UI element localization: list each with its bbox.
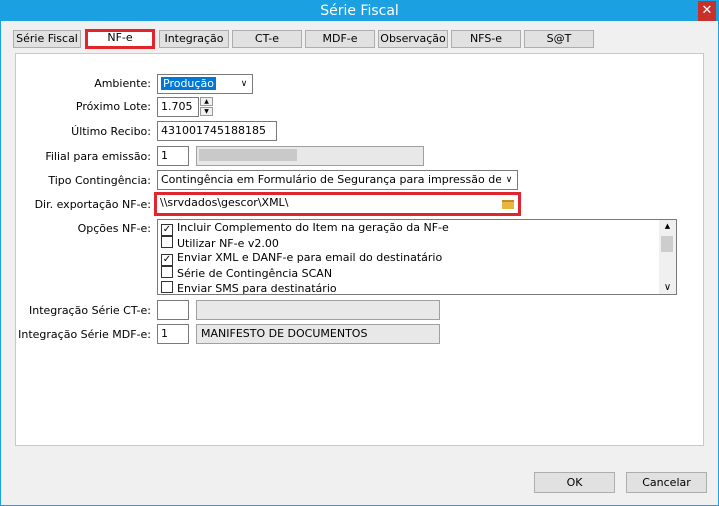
list-item[interactable]: Série de Contingência SCAN [161, 266, 332, 281]
tab-nfse[interactable]: NFS-e [451, 30, 521, 48]
spin-up-icon[interactable]: ▲ [200, 97, 213, 106]
option-label: Enviar SMS para destinatário [177, 282, 337, 295]
checkbox-icon[interactable] [161, 281, 173, 293]
checkbox-checked-icon[interactable]: ✓ [161, 224, 173, 236]
option-label: Utilizar NF-e v2.00 [177, 237, 279, 250]
tab-nfe[interactable]: NF-e [85, 29, 155, 49]
ambiente-value: Produção [161, 77, 216, 90]
filial-input[interactable]: 1 [157, 146, 189, 166]
option-label: Enviar XML e DANF-e para email do destin… [177, 251, 443, 264]
integracao-mdfe-description: MANIFESTO DE DOCUMENTOS [196, 324, 440, 344]
window-title: Série Fiscal [320, 3, 399, 19]
tab-integracao[interactable]: Integração [159, 30, 229, 48]
spin-down-icon[interactable]: ▼ [200, 107, 213, 116]
tab-cte[interactable]: CT-e [232, 30, 302, 48]
tab-mdfe[interactable]: MDF-e [305, 30, 375, 48]
options-scrollbar[interactable]: ▲ ∨ [659, 220, 676, 294]
integracao-cte-description [196, 300, 440, 320]
option-label: Série de Contingência SCAN [177, 267, 333, 280]
list-item[interactable]: Enviar SMS para destinatário [161, 281, 337, 296]
opcoes-list: ✓ Incluir Complemento do Item na geração … [157, 219, 677, 295]
title-bar: Série Fiscal ✕ [1, 1, 718, 21]
proximo-lote-input[interactable]: 1.705 [157, 97, 199, 117]
serie-fiscal-dialog: Série Fiscal ✕ Série Fiscal NF-e Integra… [0, 0, 719, 506]
option-label: Incluir Complemento do Item na geração d… [177, 221, 449, 234]
tab-sat[interactable]: S@T [524, 30, 594, 48]
list-item[interactable]: ✓ Enviar XML e DANF-e para email do desti… [161, 251, 442, 266]
integracao-cte-input[interactable] [157, 300, 189, 320]
dir-exportacao-label: Dir. exportação NF-e: [34, 198, 151, 211]
opcoes-label: Opções NF-e: [77, 222, 151, 235]
folder-icon[interactable] [502, 200, 514, 209]
chevron-down-icon[interactable]: ∨ [236, 75, 252, 93]
close-button[interactable]: ✕ [698, 1, 716, 21]
tab-serie-fiscal[interactable]: Série Fiscal [13, 30, 81, 48]
filial-label: Filial para emissão: [45, 150, 151, 163]
cancel-button[interactable]: Cancelar [626, 472, 707, 493]
chevron-down-icon[interactable]: ∨ [501, 171, 517, 189]
filial-name-redacted [199, 149, 297, 161]
list-item[interactable]: Utilizar NF-e v2.00 [161, 236, 279, 251]
tab-observacao[interactable]: Observação [378, 30, 448, 48]
ok-button[interactable]: OK [534, 472, 615, 493]
ultimo-recibo-label: Último Recibo: [71, 125, 151, 138]
proximo-lote-label: Próximo Lote: [75, 100, 151, 113]
checkbox-icon[interactable] [161, 236, 173, 248]
integracao-mdfe-label: Integração Série MDF-e: [18, 328, 151, 341]
scroll-up-icon[interactable]: ▲ [659, 220, 676, 232]
scroll-down-icon[interactable]: ∨ [659, 282, 676, 294]
list-item[interactable]: ✓ Incluir Complemento do Item na geração … [161, 221, 449, 236]
tipo-contingencia-value: Contingência em Formulário de Segurança … [161, 173, 518, 186]
integracao-cte-label: Integração Série CT-e: [29, 304, 151, 317]
ambiente-label: Ambiente: [94, 77, 151, 90]
tipo-contingencia-select[interactable]: Contingência em Formulário de Segurança … [157, 170, 518, 190]
integracao-mdfe-input[interactable]: 1 [157, 324, 189, 344]
ambiente-select[interactable]: Produção ∨ [157, 74, 253, 94]
ultimo-recibo-input[interactable]: 431001745188185 [157, 121, 277, 141]
checkbox-checked-icon[interactable]: ✓ [161, 254, 173, 266]
dir-exportacao-input[interactable]: \\srvdados\gescor\XML\ [157, 195, 518, 213]
checkbox-icon[interactable] [161, 266, 173, 278]
tipo-contingencia-label: Tipo Contingência: [48, 174, 151, 187]
scroll-thumb[interactable] [661, 236, 673, 252]
